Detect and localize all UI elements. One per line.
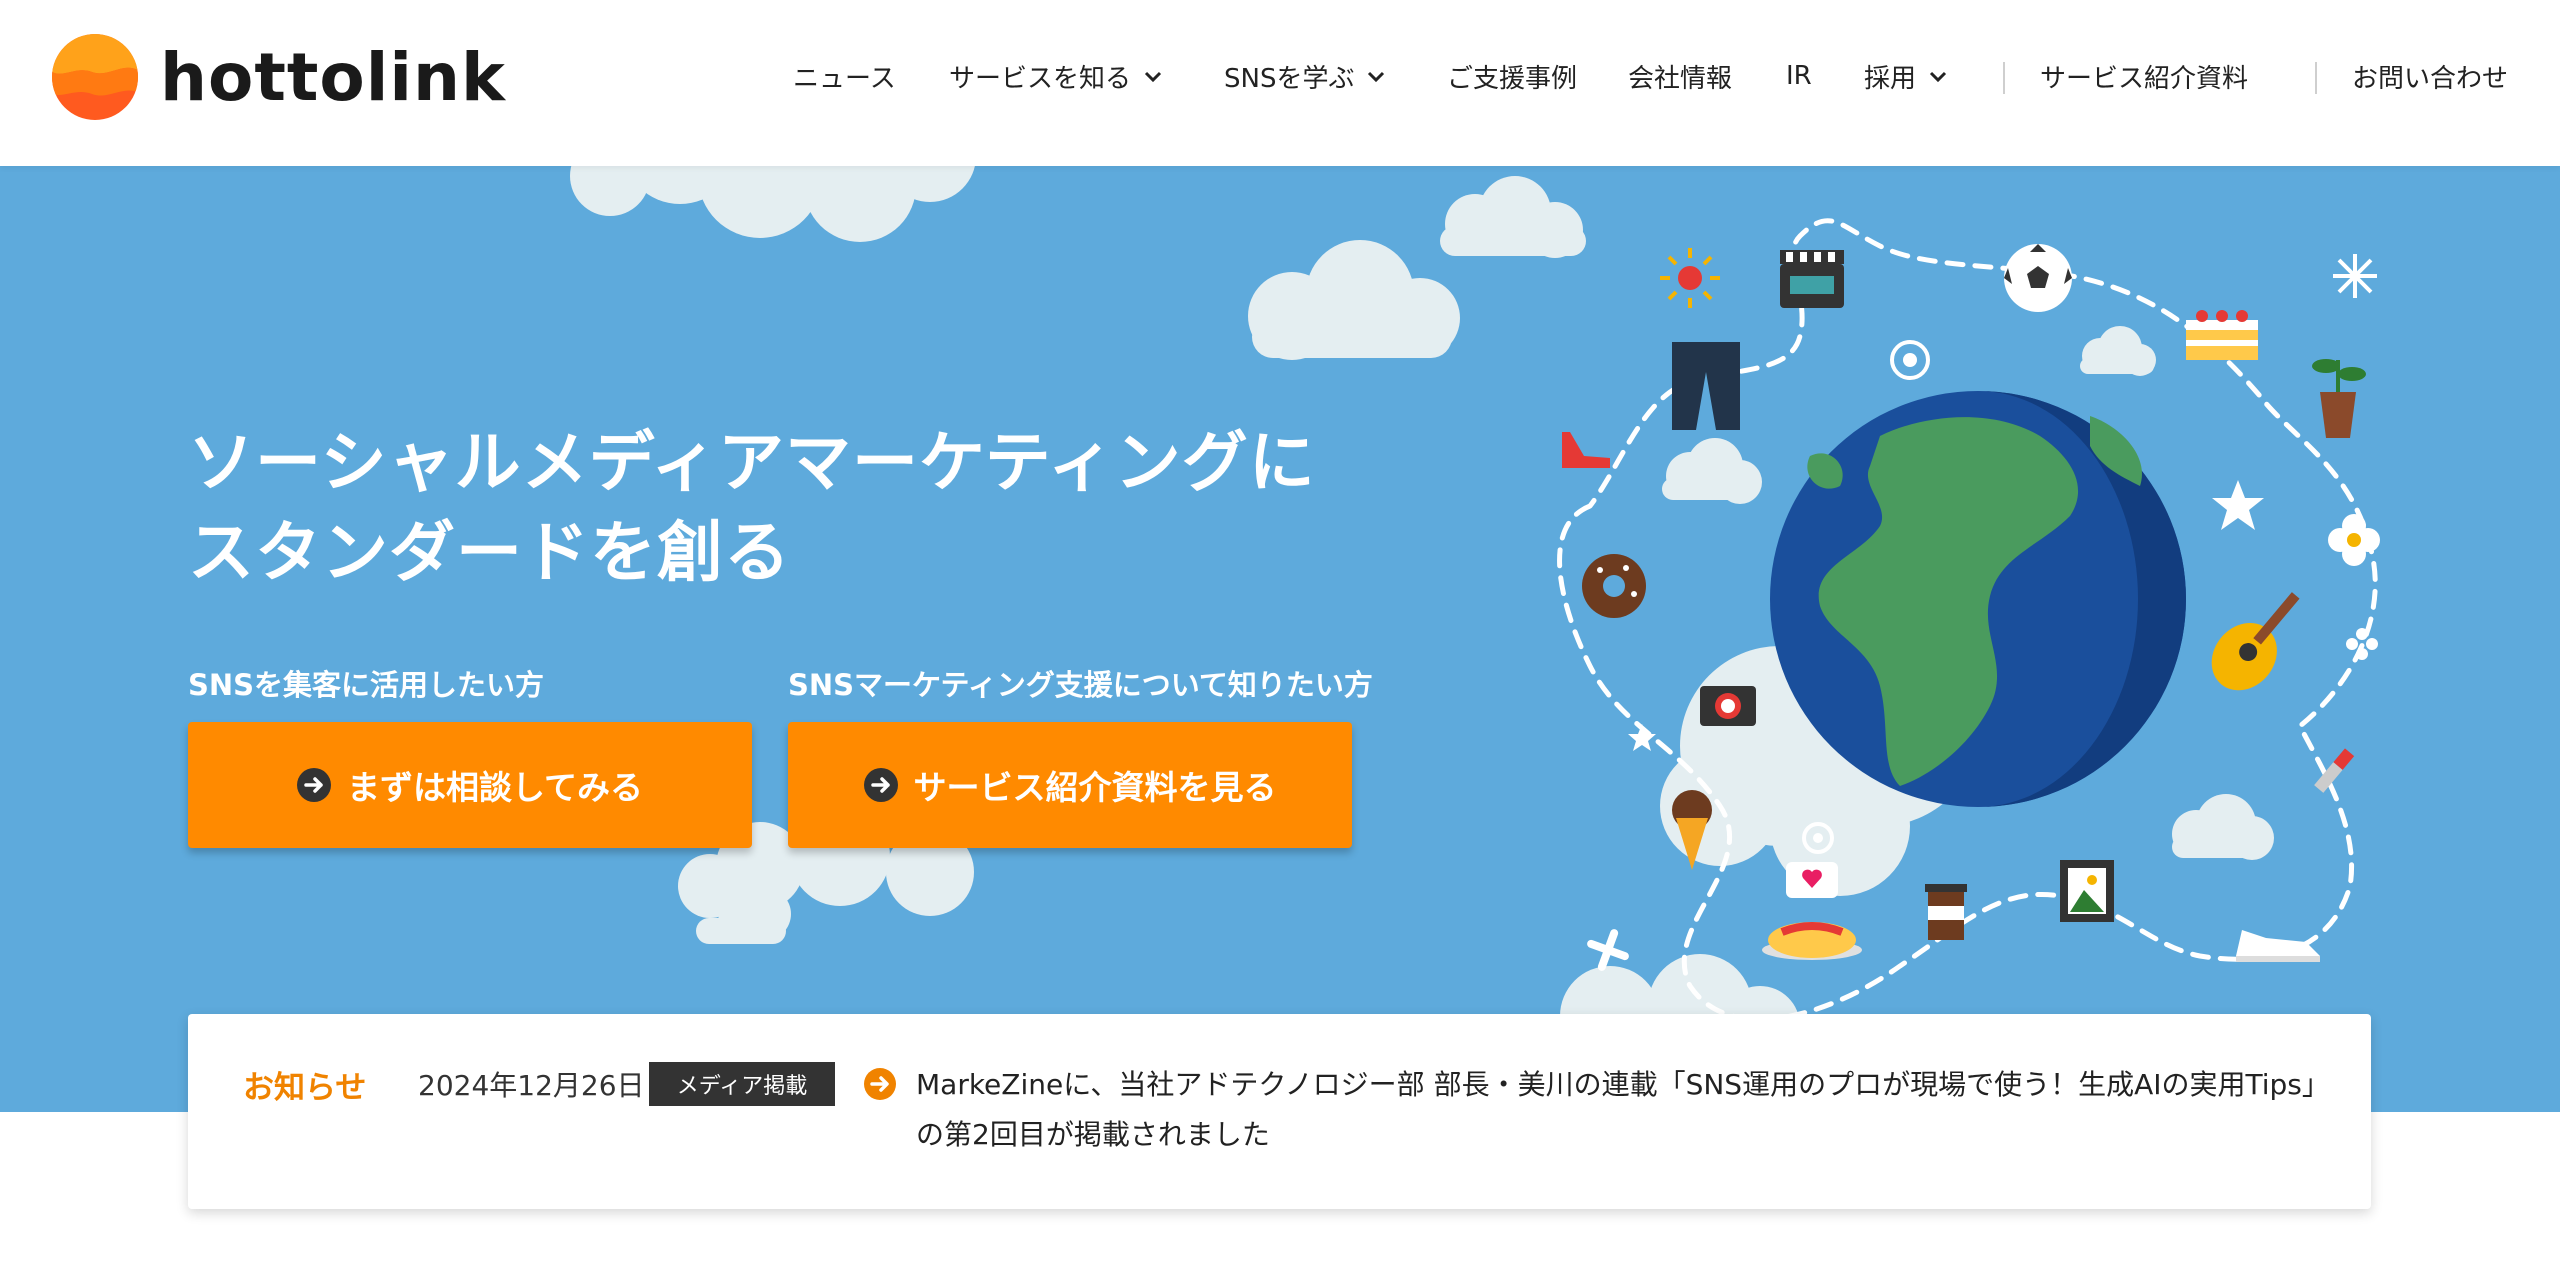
cloud-mid — [1248, 240, 1460, 360]
nav-label: 採用 — [1864, 63, 1917, 94]
picture-frame-icon — [2060, 860, 2114, 922]
brand-name: hottolink — [160, 38, 506, 116]
hero-headline: ソーシャルメディアマーケティングに スタンダードを創る — [188, 418, 1316, 598]
star-icon — [2212, 480, 2264, 530]
globe-illustration — [1770, 391, 2186, 807]
nav-label: お問い合わせ — [2352, 63, 2509, 94]
plant-icon — [2312, 359, 2366, 438]
sun-icon — [1660, 248, 1720, 308]
hero-section: ソーシャルメディアマーケティングに スタンダードを創る SNSを集客に活用したい… — [0, 166, 2560, 1112]
donut-icon — [1582, 554, 1646, 618]
chevron-down-icon — [1144, 71, 1162, 83]
news-panel: お知らせ 2024年12月26日 メディア掲載 MarkeZineに、当社アドテ… — [188, 1014, 2371, 1209]
chevron-down-icon — [1929, 71, 1947, 83]
view-brochure-button-label: サービス紹介資料を見る — [913, 768, 1277, 807]
nav-item-services[interactable]: サービスを知る — [949, 56, 1165, 96]
nav-label: SNSを学ぶ — [1224, 63, 1355, 94]
nav-item-recruit[interactable]: 採用 — [1864, 56, 1950, 96]
guitar-icon — [2211, 592, 2300, 691]
nav-item-learn-sns[interactable]: SNSを学ぶ — [1224, 56, 1388, 96]
nav-item-ir[interactable]: IR — [1786, 56, 1812, 96]
nav-label: 会社情報 — [1628, 63, 1733, 94]
camera-icon — [1700, 686, 1756, 726]
cloud-small-a — [1440, 176, 1586, 258]
hero-illustration — [570, 166, 2380, 1066]
coffee-cup-icon — [1925, 884, 1967, 940]
arrow-right-circle-icon — [296, 768, 331, 802]
nav-label: ニュース — [793, 63, 896, 94]
headline-line-2: スタンダードを創る — [188, 514, 791, 591]
clapperboard-icon — [1780, 250, 1844, 308]
nav-label: IR — [1786, 61, 1812, 91]
sneaker-icon — [2236, 930, 2320, 962]
news-category-badge: メディア掲載 — [649, 1062, 835, 1106]
lipstick-icon — [2314, 748, 2355, 793]
nav-item-brochure[interactable]: サービス紹介資料 — [2040, 56, 2248, 96]
nav-divider — [2003, 62, 2005, 94]
consult-button[interactable]: まずは相談してみる — [188, 722, 752, 848]
arrow-right-circle-icon — [864, 1068, 896, 1100]
cta-secondary-caption: SNSマーケティング支援について知りたい方 — [788, 668, 1373, 702]
headline-line-1: ソーシャルメディアマーケティングに — [188, 424, 1316, 501]
jeans-icon — [1672, 342, 1740, 430]
arrow-right-circle-icon — [863, 768, 898, 802]
nav-item-company[interactable]: 会社情報 — [1628, 56, 1732, 96]
high-heel-icon — [1562, 432, 1610, 468]
site-header: hottolink ニュース サービスを知る SNSを学ぶ ご支援事例 会社情報… — [0, 0, 2560, 166]
nav-item-contact[interactable]: お問い合わせ — [2352, 56, 2508, 96]
news-headline-link[interactable]: MarkeZineに、当社アドテクノロジー部 部長・美川の連載「SNS運用のプロ… — [916, 1060, 2336, 1160]
cloud-top — [570, 166, 975, 242]
consult-button-label: まずは相談してみる — [346, 768, 643, 807]
logo-icon — [52, 34, 138, 120]
small-star-icon — [1628, 724, 1656, 751]
nav-label: サービス紹介資料 — [2040, 63, 2249, 94]
cake-icon — [2186, 310, 2258, 360]
view-brochure-button[interactable]: サービス紹介資料を見る — [788, 722, 1352, 848]
cloud-left-globe — [1662, 438, 1762, 504]
nav-divider — [2315, 62, 2317, 94]
soccer-ball-icon — [2004, 244, 2072, 312]
target-icon — [1890, 340, 1930, 380]
nav-label: サービスを知る — [949, 63, 1132, 94]
news-date: 2024年12月26日 — [418, 1069, 645, 1102]
nav-label: ご支援事例 — [1447, 63, 1578, 94]
nav-item-news[interactable]: ニュース — [793, 56, 896, 96]
nav-item-cases[interactable]: ご支援事例 — [1447, 56, 1577, 96]
news-section-label: お知らせ — [243, 1070, 367, 1106]
brand-logo[interactable]: hottolink — [52, 34, 506, 120]
snowflake-icon — [2333, 254, 2377, 298]
flower-icon — [2328, 514, 2380, 566]
cta-primary-caption: SNSを集客に活用したい方 — [188, 668, 545, 702]
chevron-down-icon — [1368, 71, 1385, 83]
